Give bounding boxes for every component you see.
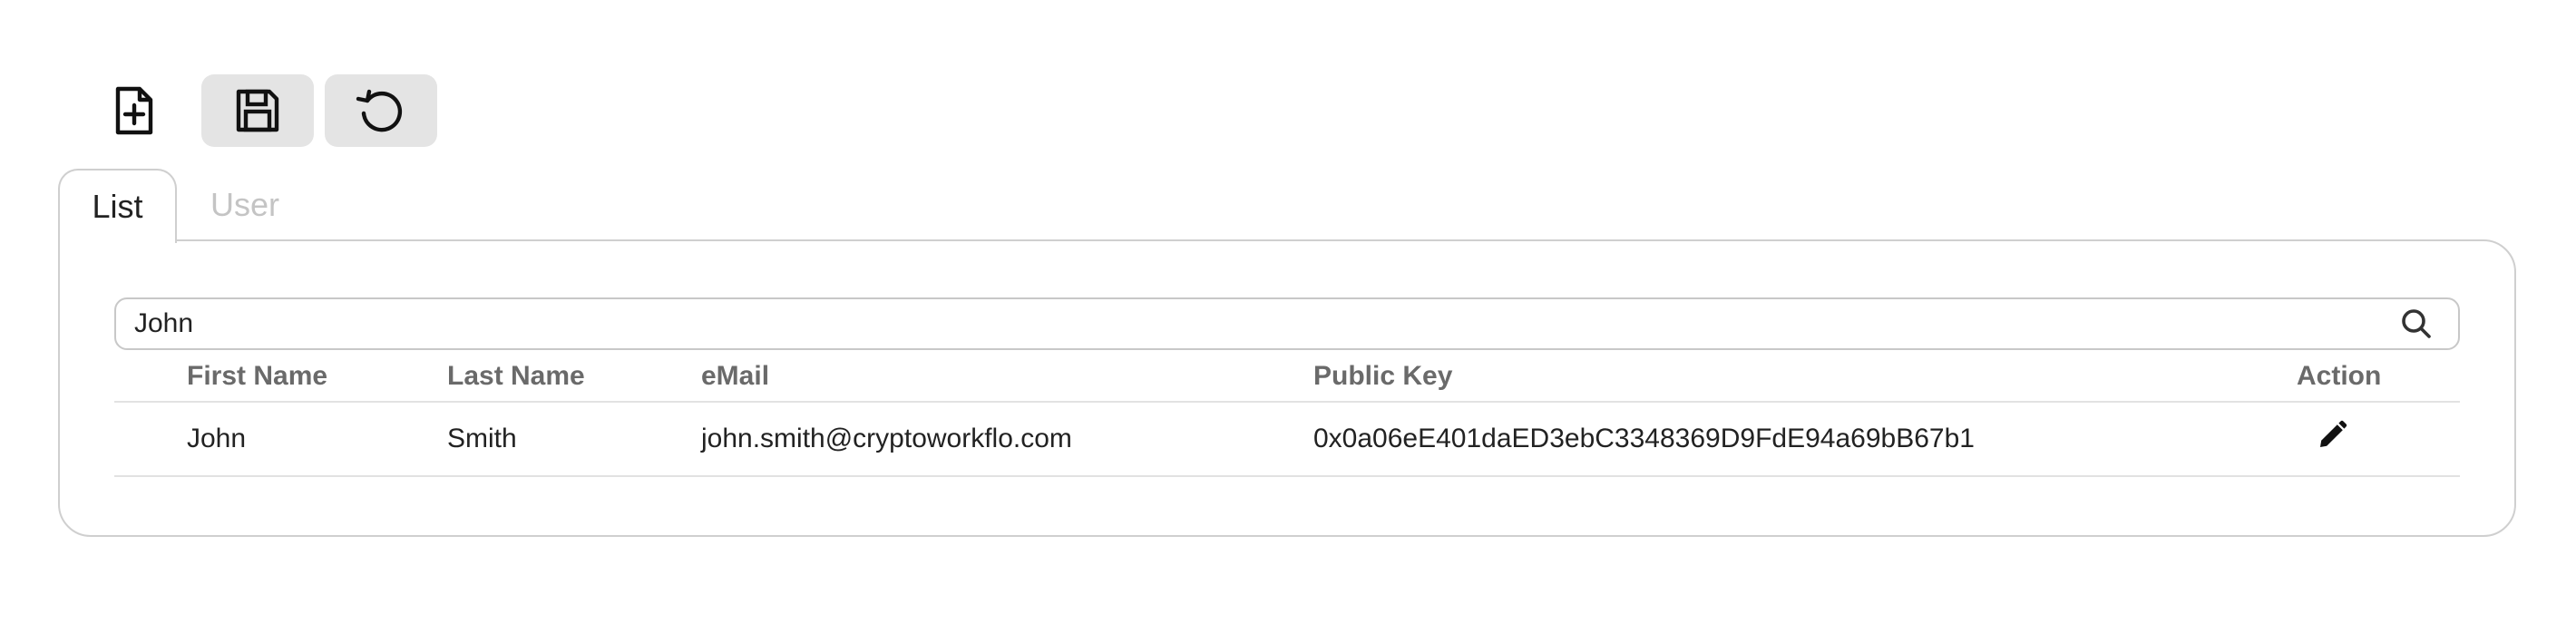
- refresh-button[interactable]: [325, 74, 437, 147]
- new-document-button[interactable]: [78, 74, 190, 147]
- users-table: First Name Last Name eMail Public Key Ac…: [114, 352, 2460, 477]
- search-input-value[interactable]: John: [116, 308, 2398, 339]
- tab-list[interactable]: List: [58, 169, 177, 243]
- table-header-row: First Name Last Name eMail Public Key Ac…: [114, 352, 2460, 403]
- save-button[interactable]: [201, 74, 314, 147]
- search-input[interactable]: John: [114, 297, 2460, 350]
- tab-user[interactable]: User: [177, 169, 313, 241]
- tab-bar: List User: [58, 169, 313, 243]
- toolbar: [78, 74, 437, 147]
- cell-last-name: Smith: [447, 424, 517, 453]
- column-header-action: Action: [2297, 361, 2382, 391]
- list-panel: John First Name Last Name eMail Public K…: [58, 239, 2516, 537]
- search-icon[interactable]: [2398, 306, 2435, 342]
- column-header-first-name[interactable]: First Name: [187, 352, 327, 401]
- new-document-icon: [111, 85, 158, 136]
- edit-button[interactable]: [2317, 403, 2347, 475]
- refresh-icon: [353, 83, 409, 139]
- column-header-public-key[interactable]: Public Key: [1313, 352, 1452, 401]
- edit-pencil-icon: [2317, 420, 2347, 458]
- table-row[interactable]: John Smith john.smith@cryptoworkflo.com …: [114, 403, 2460, 477]
- cell-public-key: 0x0a06eE401daED3ebC3348369D9FdE94a69bB67…: [1313, 424, 1975, 453]
- column-header-last-name[interactable]: Last Name: [447, 352, 585, 401]
- cell-first-name: John: [187, 424, 247, 453]
- cell-email: john.smith@cryptoworkflo.com: [701, 424, 1072, 453]
- save-icon: [231, 84, 284, 137]
- column-header-email[interactable]: eMail: [701, 352, 769, 401]
